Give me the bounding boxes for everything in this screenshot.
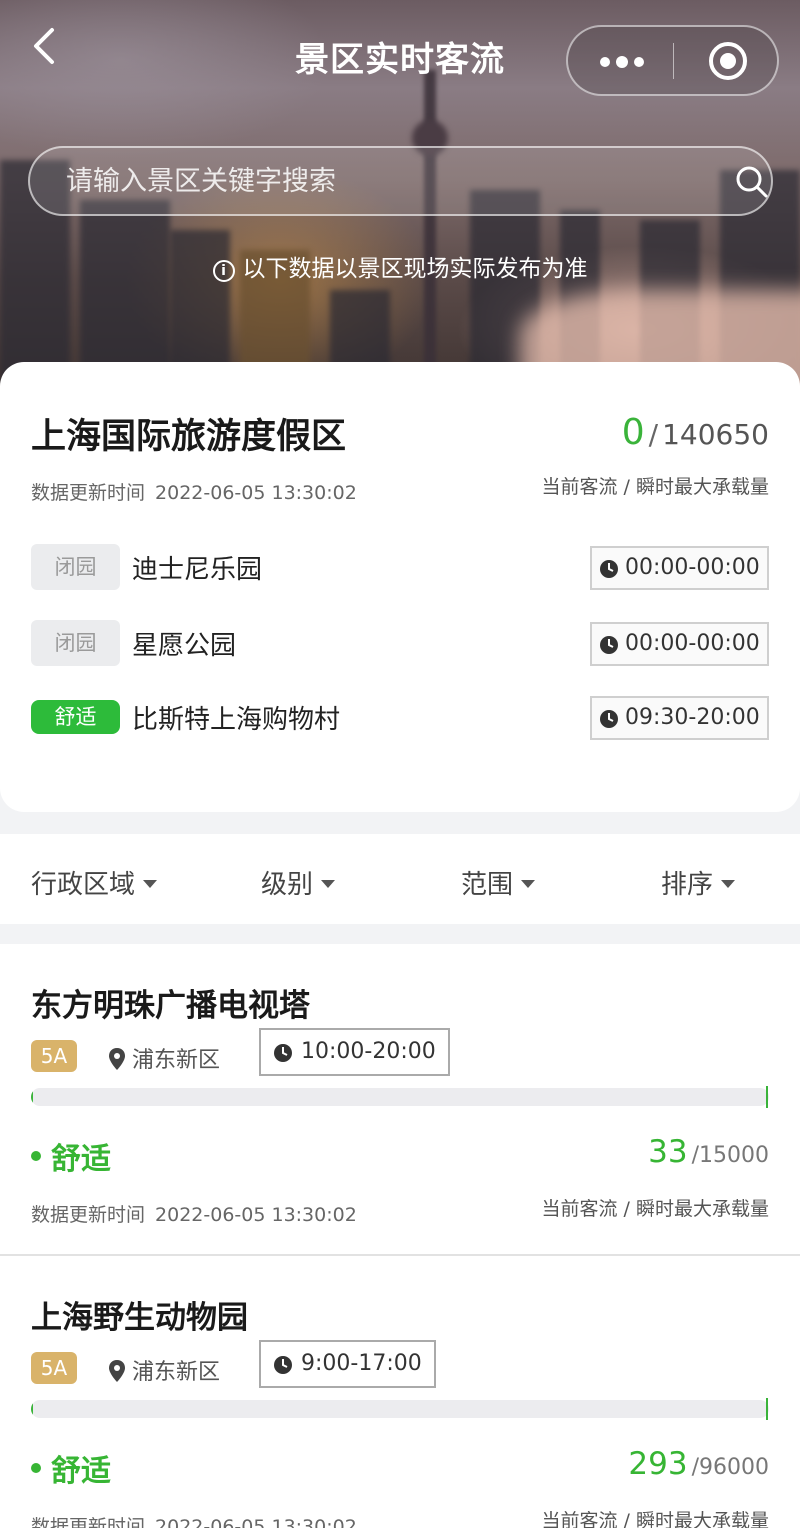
filter-district[interactable]: 行政区域 (31, 864, 158, 901)
district-name: 浦东新区 (132, 1360, 221, 1385)
data-disclaimer: i 以下数据以景区现场实际发布为准 (0, 249, 800, 283)
clock-icon (600, 710, 618, 728)
visitor-count: 293/96000 (628, 1446, 769, 1482)
current-flow: 33 (648, 1134, 688, 1170)
grade-badge: 5A (31, 1352, 77, 1384)
park-name: 迪士尼乐园 (132, 555, 263, 585)
attraction-update-time: 数据更新时间 2022-06-05 13:30:02 (31, 1512, 357, 1528)
more-dots-icon (600, 57, 610, 67)
opening-hours: 00:00-00:00 (590, 622, 769, 666)
caret-down-icon (321, 880, 336, 888)
park-row-wish-garden[interactable]: 闭园 星愿公园 00:00-00:00 (31, 620, 769, 666)
caret-down-icon (521, 880, 536, 888)
close-mini-program-button[interactable] (674, 27, 779, 94)
navigation-bar: 景区实时客流 (0, 0, 800, 100)
clock-icon (274, 1356, 292, 1374)
hours-text: 9:00-17:00 (301, 1351, 422, 1376)
grade-badge: 5A (31, 1040, 77, 1072)
clock-icon (600, 560, 618, 578)
status-badge: 闭园 (31, 544, 120, 590)
mini-program-capsule (566, 25, 779, 96)
resort-current-flow: 0 (621, 412, 645, 453)
update-label: 数据更新时间 (31, 482, 146, 504)
update-label: 数据更新时间 (31, 1204, 146, 1226)
caret-down-icon (721, 880, 736, 888)
district: 浦东新区 (108, 1354, 220, 1386)
attraction-update-time: 数据更新时间 2022-06-05 13:30:02 (31, 1200, 357, 1227)
park-row-bicester-village[interactable]: 舒适 比斯特上海购物村 09:30-20:00 (31, 694, 769, 740)
opening-hours: 10:00-20:00 (259, 1028, 450, 1076)
park-row-disney[interactable]: 闭园 迪士尼乐园 00:00-00:00 (31, 544, 769, 590)
location-pin-icon (109, 1048, 125, 1070)
filter-sort[interactable]: 排序 (661, 864, 736, 901)
filter-bar: 行政区域 级别 范围 排序 (0, 834, 800, 924)
current-flow: 293 (628, 1446, 688, 1482)
location-pin-icon (109, 1360, 125, 1382)
comfort-level: 舒适 (31, 1134, 111, 1178)
level-text: 舒适 (51, 1454, 111, 1489)
info-icon: i (212, 260, 235, 282)
hours-text: 10:00-20:00 (301, 1039, 436, 1064)
load-progress-bar (31, 1088, 769, 1106)
capacity: /96000 (691, 1455, 769, 1480)
clock-icon (600, 636, 618, 654)
hours-text: 00:00-00:00 (625, 555, 760, 580)
resort-card[interactable]: 上海国际旅游度假区 0/140650 数据更新时间 2022-06-05 13:3… (0, 362, 800, 812)
district-name: 浦东新区 (132, 1048, 221, 1073)
update-label: 数据更新时间 (31, 1516, 146, 1528)
resort-update-time: 数据更新时间 2022-06-05 13:30:02 (31, 478, 357, 505)
status-dot-icon (31, 1463, 41, 1473)
search-bar (28, 146, 773, 216)
clock-icon (274, 1044, 292, 1062)
caret-down-icon (143, 880, 158, 888)
park-name: 比斯特上海购物村 (132, 705, 341, 735)
status-dot-icon (31, 1151, 41, 1161)
filter-label: 行政区域 (31, 870, 136, 900)
attraction-name: 上海野生动物园 (31, 1300, 248, 1336)
resort-name: 上海国际旅游度假区 (31, 417, 347, 457)
comfort-level: 舒适 (31, 1446, 111, 1490)
hours-text: 00:00-00:00 (625, 631, 760, 656)
flow-legend: 当前客流 / 瞬时最大承载量 (541, 1510, 769, 1528)
update-time: 2022-06-05 13:30:02 (155, 1516, 357, 1528)
search-icon[interactable] (732, 162, 772, 202)
load-fill (31, 1400, 34, 1418)
status-badge: 舒适 (31, 700, 120, 734)
update-time: 2022-06-05 13:30:02 (155, 482, 357, 504)
hours-text: 09:30-20:00 (625, 705, 760, 730)
filter-label: 排序 (661, 870, 714, 900)
update-time: 2022-06-05 13:30:02 (155, 1204, 357, 1226)
opening-hours: 09:30-20:00 (590, 696, 769, 740)
district: 浦东新区 (108, 1042, 220, 1074)
opening-hours: 9:00-17:00 (259, 1340, 436, 1388)
visitor-count: 33/15000 (648, 1134, 769, 1170)
load-fill (31, 1088, 33, 1106)
status-badge: 闭园 (31, 620, 120, 666)
search-input[interactable] (66, 158, 706, 204)
disclaimer-text: 以下数据以景区现场实际发布为准 (242, 256, 588, 282)
load-progress-bar (31, 1400, 769, 1418)
resort-flow: 0/140650 (621, 412, 769, 453)
opening-hours: 00:00-00:00 (590, 546, 769, 590)
flow-legend: 当前客流 / 瞬时最大承载量 (541, 1198, 769, 1220)
filter-range[interactable]: 范围 (461, 864, 536, 901)
park-name: 星愿公园 (132, 631, 237, 661)
resort-capacity: 140650 (662, 418, 769, 451)
level-text: 舒适 (51, 1142, 111, 1177)
more-button[interactable] (568, 27, 673, 94)
attraction-name: 东方明珠广播电视塔 (31, 988, 310, 1024)
filter-grade[interactable]: 级别 (261, 864, 336, 901)
filter-label: 范围 (461, 870, 514, 900)
filter-label: 级别 (261, 870, 314, 900)
capacity: /15000 (691, 1143, 769, 1168)
flow-legend: 当前客流 / 瞬时最大承载量 (541, 476, 769, 498)
attraction-card[interactable]: 东方明珠广播电视塔 5A 浦东新区 10:00-20:00 舒适 33/1500… (0, 944, 800, 1254)
attraction-card[interactable]: 上海野生动物园 5A 浦东新区 9:00-17:00 舒适 293/96000 … (0, 1256, 800, 1528)
